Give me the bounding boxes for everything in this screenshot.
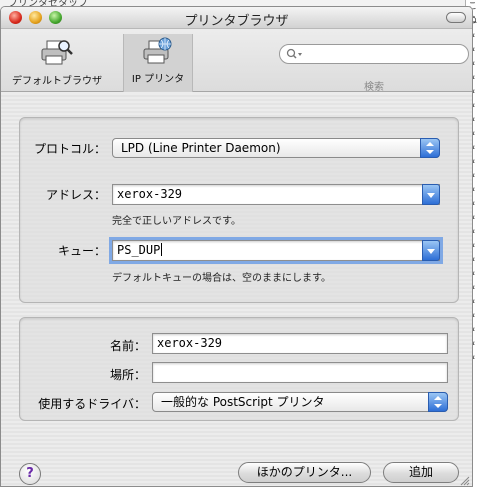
add-button[interactable]: 追加 — [383, 462, 459, 483]
printer-name-label: 名前： — [109, 339, 146, 353]
popup-arrows-icon — [428, 392, 448, 412]
location-field[interactable] — [152, 362, 448, 383]
queue-combo-field[interactable]: PS_DUP — [109, 237, 443, 264]
protocol-value: LPD (Line Printer Daemon) — [121, 141, 281, 155]
address-hint: 完全で正しいアドレスです。 — [112, 216, 241, 227]
help-button[interactable]: ? — [19, 463, 41, 485]
printer-info-group: 名前： xerox-329 場所： 使用するドライバ： 一般的な PostScr… — [19, 317, 459, 421]
title-bar[interactable]: プリンタブラウザ — [1, 7, 472, 29]
popup-arrows-icon — [420, 138, 440, 158]
driver-popup[interactable]: 一般的な PostScript プリンタ — [152, 392, 448, 412]
address-label: アドレス： — [45, 188, 106, 202]
toolbar-toggle-button[interactable] — [446, 12, 466, 23]
resize-grip-icon[interactable] — [458, 474, 470, 486]
queue-hint: デフォルトキューの場合は、空のままにします。 — [112, 273, 331, 284]
ip-printer-tab[interactable]: IP プリンタ — [123, 34, 193, 92]
default-browser-tab[interactable]: デフォルトブラウザ — [5, 36, 109, 90]
text-caret — [161, 243, 163, 256]
other-printers-button[interactable]: ほかのプリンタ... — [238, 462, 371, 483]
driver-value: 一般的な PostScript プリンタ — [161, 395, 325, 409]
search-icon — [286, 48, 302, 59]
toolbar: デフォルトブラウザ IP プリンタ 検索 — [1, 30, 472, 93]
address-dropdown-button[interactable] — [422, 184, 440, 205]
default-browser-label: デフォルトブラウザ — [12, 76, 102, 87]
queue-value: PS_DUP — [117, 243, 161, 257]
printer-name-value: xerox-329 — [157, 336, 223, 350]
connection-settings-group: プロトコル： LPD (Line Printer Daemon) アドレス： x… — [19, 117, 459, 303]
search-field[interactable] — [279, 44, 469, 64]
printer-browser-window: プリンタブラウザ デフォルトブラウザ IP プリンタ 検索 プロトコル： LPD… — [0, 6, 473, 487]
ip-printer-globe-icon — [143, 37, 172, 64]
queue-label: キュー： — [57, 244, 106, 258]
queue-dropdown-button[interactable] — [422, 240, 440, 261]
search-label: 検索 — [364, 82, 384, 93]
window-title: プリンタブラウザ — [184, 14, 289, 29]
printer-magnifier-icon — [41, 40, 73, 65]
location-label: 場所： — [109, 368, 146, 382]
protocol-label: プロトコル： — [33, 142, 106, 156]
printer-name-field[interactable]: xerox-329 — [152, 333, 448, 354]
ip-printer-label: IP プリンタ — [131, 74, 185, 85]
address-value: xerox-329 — [117, 187, 183, 201]
main-content: プロトコル： LPD (Line Printer Daemon) アドレス： x… — [1, 93, 472, 486]
driver-label: 使用するドライバ： — [38, 397, 146, 411]
protocol-popup[interactable]: LPD (Line Printer Daemon) — [112, 138, 440, 158]
address-combo-field[interactable]: xerox-329 — [112, 184, 440, 205]
